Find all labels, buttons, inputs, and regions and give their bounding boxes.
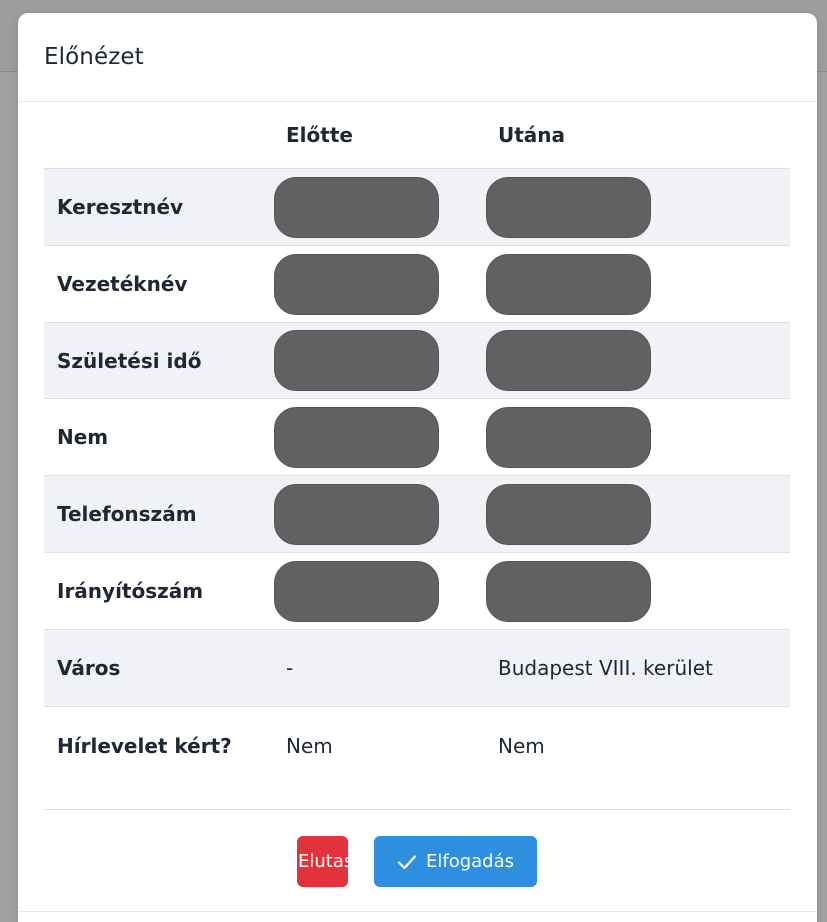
row-label: Irányítószám xyxy=(57,579,204,603)
row-label: Keresztnév xyxy=(57,195,184,219)
table-row: Vezetéknév xyxy=(44,246,790,323)
redacted-value-before xyxy=(274,253,439,315)
row-label: Város xyxy=(57,656,121,680)
value-after: Nem xyxy=(498,734,545,758)
reject-button[interactable]: Elutasítás xyxy=(297,836,348,887)
table-header: Előtte Utána xyxy=(44,102,790,169)
row-label: Vezetéknév xyxy=(57,272,188,296)
accept-button[interactable]: Elfogadás xyxy=(374,836,537,887)
redacted-value-after xyxy=(486,483,651,545)
row-label: Születési idő xyxy=(57,348,202,373)
modal-bottom-divider xyxy=(18,911,817,912)
redacted-value-before xyxy=(274,483,439,545)
value-before: - xyxy=(286,656,294,680)
row-label: Hírlevelet kért? xyxy=(57,734,232,758)
redacted-value-before xyxy=(274,560,439,622)
modal-title: Előnézet xyxy=(44,44,144,70)
table-row: Születési idő xyxy=(44,323,790,399)
redacted-value-before xyxy=(274,330,439,391)
header-before: Előtte xyxy=(286,123,353,147)
table-row: Hírlevelet kért? Nem Nem xyxy=(44,707,790,785)
footer-divider xyxy=(44,809,790,810)
table-row: Város - Budapest VIII. kerület xyxy=(44,630,790,707)
redacted-value-after xyxy=(486,560,651,622)
redacted-value-before xyxy=(274,406,439,468)
comparison-table: Előtte Utána Keresztnév Vezetéknév Szüle… xyxy=(44,102,790,785)
modal-actions: Elutasítás Elfogadás xyxy=(18,836,817,887)
value-before: Nem xyxy=(286,734,333,758)
redacted-value-after xyxy=(486,253,651,315)
modal-header: Előnézet xyxy=(18,13,817,102)
redacted-value-before xyxy=(274,176,439,238)
redacted-value-after xyxy=(486,406,651,468)
check-icon xyxy=(397,854,417,869)
accept-button-label: Elfogadás xyxy=(425,851,514,872)
row-label: Nem xyxy=(57,425,109,449)
redacted-value-after xyxy=(486,330,651,391)
value-after: Budapest VIII. kerület xyxy=(498,656,713,680)
row-label: Telefonszám xyxy=(57,502,197,526)
header-after: Utána xyxy=(498,123,566,147)
table-row: Irányítószám xyxy=(44,553,790,630)
table-row: Nem xyxy=(44,399,790,476)
table-row: Telefonszám xyxy=(44,476,790,553)
table-row: Keresztnév xyxy=(44,169,790,246)
redacted-value-after xyxy=(486,176,651,238)
preview-modal: Előnézet Előtte Utána Keresztnév Vezeték… xyxy=(18,13,817,922)
